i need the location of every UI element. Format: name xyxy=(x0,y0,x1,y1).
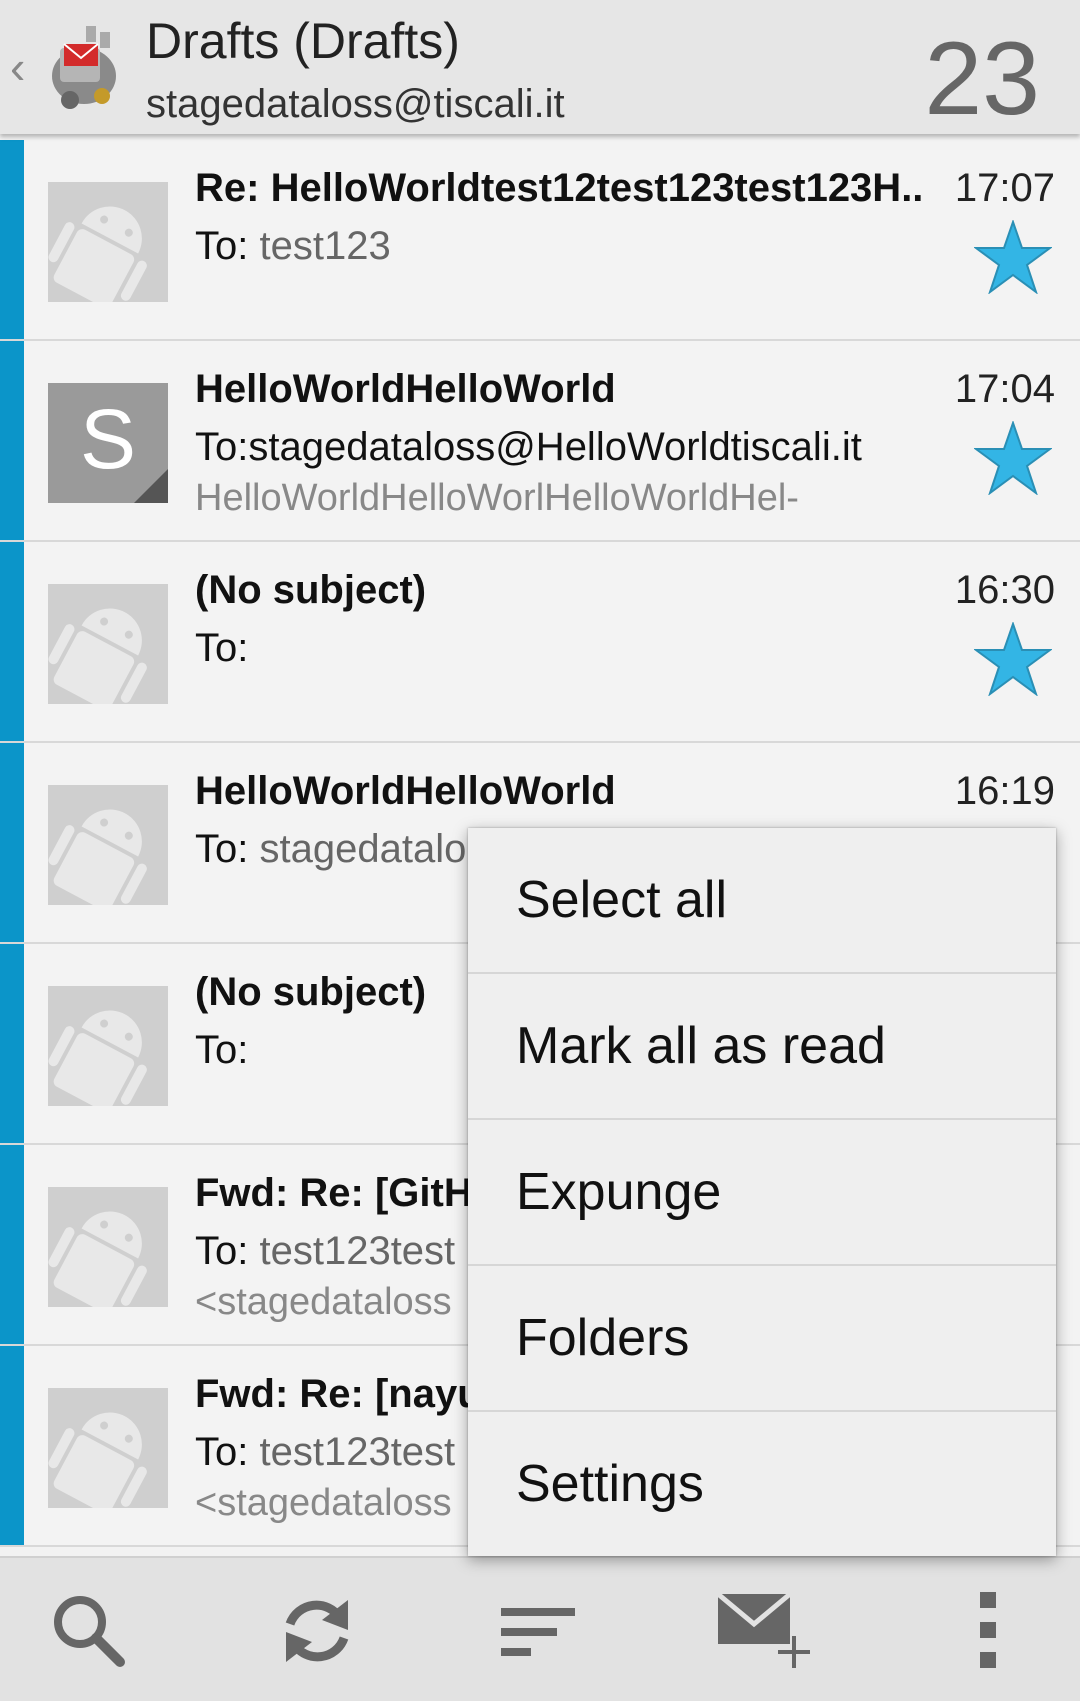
back-chevron-icon[interactable]: ‹ xyxy=(10,40,25,94)
to-value: stagedataloss@HelloWorldtiscali.it xyxy=(248,425,862,469)
contact-avatar[interactable] xyxy=(48,182,168,302)
to-label: To: xyxy=(195,1028,249,1072)
android-avatar-icon xyxy=(48,1187,168,1307)
folder-title: Drafts (Drafts) xyxy=(146,13,460,69)
contact-avatar[interactable]: S xyxy=(48,383,168,503)
k9-mail-app-icon[interactable] xyxy=(46,22,122,112)
android-avatar-icon xyxy=(48,1388,168,1508)
message-subject: HelloWorldHelloWorld xyxy=(195,367,616,411)
menu-item-select-all[interactable]: Select all xyxy=(468,828,1056,974)
star-icon[interactable] xyxy=(974,622,1052,696)
menu-item-folders[interactable]: Folders xyxy=(468,1266,1056,1412)
selection-bar xyxy=(0,542,24,741)
message-row[interactable]: Re: HelloWorldtest12test123test123H.. To… xyxy=(0,140,1080,341)
avatar-corner xyxy=(134,469,168,503)
message-time: 16:30 xyxy=(954,568,1055,612)
android-avatar-icon xyxy=(48,584,168,704)
message-subject: Re: HelloWorldtest12test123test123H.. xyxy=(195,166,924,210)
contact-avatar[interactable] xyxy=(48,785,168,905)
message-time: 17:07 xyxy=(954,166,1055,210)
message-row[interactable]: S HelloWorldHelloWorld To:stagedataloss@… xyxy=(0,341,1080,542)
to-label: To: xyxy=(195,1430,260,1474)
android-avatar-icon xyxy=(48,986,168,1106)
star-icon[interactable] xyxy=(974,220,1052,294)
message-time: 16:19 xyxy=(954,769,1055,813)
to-value: stagedatalo xyxy=(259,827,467,871)
search-icon[interactable] xyxy=(44,1586,134,1676)
overflow-menu-icon[interactable] xyxy=(944,1586,1034,1676)
sort-icon[interactable] xyxy=(495,1586,585,1676)
android-avatar-icon xyxy=(48,785,168,905)
account-email: stagedataloss@tiscali.it xyxy=(146,82,565,126)
action-bar: ‹ Drafts (Drafts) stagedataloss@tiscali.… xyxy=(0,0,1080,137)
compose-icon[interactable] xyxy=(714,1586,814,1676)
android-avatar-icon xyxy=(48,182,168,302)
selection-bar xyxy=(0,1346,24,1545)
to-label: To: xyxy=(195,425,249,469)
message-subject: HelloWorldHelloWorld xyxy=(195,769,616,813)
selection-bar xyxy=(0,1145,24,1344)
to-label: To: xyxy=(195,626,249,670)
selection-bar xyxy=(0,743,24,942)
message-preview: HelloWorldHelloWorlHelloWorldHel- xyxy=(195,477,799,519)
message-row[interactable]: (No subject) To: 16:30 xyxy=(0,542,1080,743)
to-value: test123test xyxy=(259,1430,456,1474)
bottom-action-bar xyxy=(0,1556,1080,1701)
message-subject: (No subject) xyxy=(195,568,427,612)
to-label: To: xyxy=(195,1229,260,1273)
refresh-icon[interactable] xyxy=(272,1586,362,1676)
message-time: 17:04 xyxy=(954,367,1055,411)
selection-bar xyxy=(0,944,24,1143)
to-value: test123 xyxy=(259,224,391,268)
to-value: test123test xyxy=(259,1229,456,1273)
selection-bar xyxy=(0,341,24,540)
unread-count: 23 xyxy=(924,21,1040,137)
menu-item-mark-all-read[interactable]: Mark all as read xyxy=(468,974,1056,1120)
message-recipient: To: test123 xyxy=(195,224,915,269)
overflow-menu: Select all Mark all as read Expunge Fold… xyxy=(468,828,1056,1556)
to-label: To: xyxy=(195,827,260,871)
contact-avatar[interactable] xyxy=(48,584,168,704)
contact-avatar[interactable] xyxy=(48,1187,168,1307)
message-recipient: To:stagedataloss@HelloWorldtiscali.it xyxy=(195,425,915,470)
message-recipient: To: xyxy=(195,626,915,671)
selection-bar xyxy=(0,140,24,339)
menu-item-expunge[interactable]: Expunge xyxy=(468,1120,1056,1266)
contact-avatar[interactable] xyxy=(48,1388,168,1508)
contact-avatar[interactable] xyxy=(48,986,168,1106)
to-label: To: xyxy=(195,224,260,268)
menu-item-settings[interactable]: Settings xyxy=(468,1412,1056,1556)
star-icon[interactable] xyxy=(974,421,1052,495)
